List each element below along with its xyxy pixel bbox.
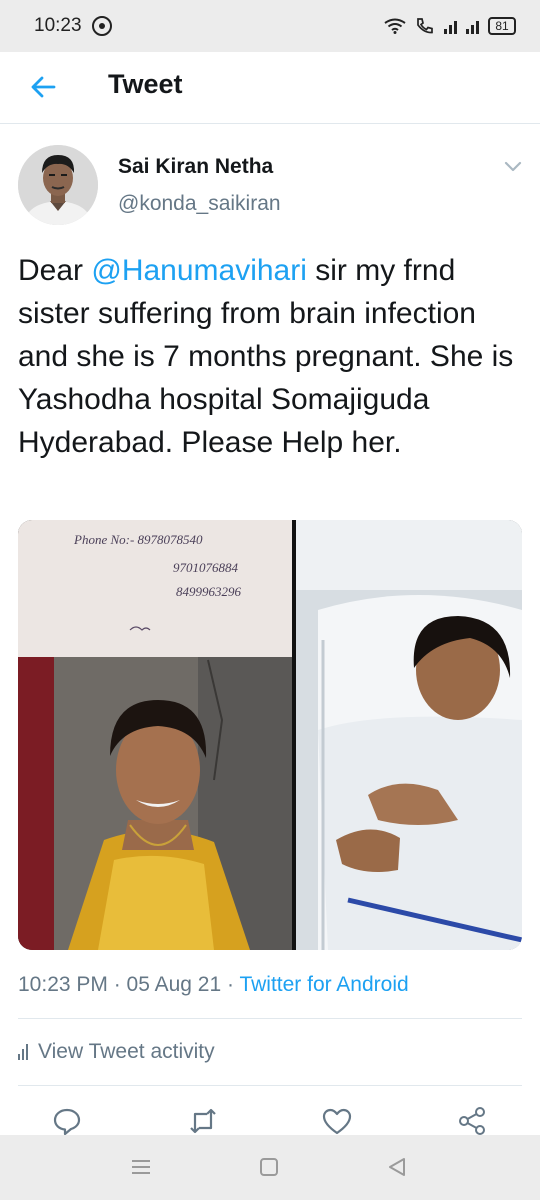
- avatar[interactable]: [18, 145, 98, 225]
- analytics-icon: [18, 1044, 28, 1060]
- page-title: Tweet: [108, 69, 183, 99]
- status-bar: 10:23 81: [0, 0, 540, 52]
- tweet-text: Dear @Hanumavihari sir my frnd sister su…: [18, 249, 523, 464]
- system-navigation-bar: [0, 1135, 540, 1200]
- tweet-image[interactable]: Phone No:- 8978078540 9701076884 8499963…: [18, 520, 522, 950]
- timestamp-text: 10:23 PM · 05 Aug 21 ·: [18, 973, 240, 996]
- status-time: 10:23: [34, 15, 82, 36]
- top-app-bar: Tweet: [0, 52, 540, 124]
- view-tweet-activity-button[interactable]: View Tweet activity: [18, 1040, 215, 1064]
- tweet-text-prefix: Dear: [18, 254, 92, 287]
- whatsapp-notification-icon: [91, 16, 112, 36]
- signal-strength-2-icon: [466, 18, 479, 34]
- battery-indicator: 81: [488, 17, 516, 35]
- tweet-source-link[interactable]: Twitter for Android: [239, 973, 408, 996]
- activity-label: View Tweet activity: [38, 1040, 215, 1063]
- divider: [18, 1018, 522, 1019]
- status-right: 81: [384, 17, 516, 35]
- chevron-down-icon[interactable]: [502, 158, 524, 174]
- arrow-left-icon[interactable]: [28, 72, 58, 102]
- heart-icon[interactable]: [321, 1105, 353, 1137]
- signal-strength-icon: [444, 18, 457, 34]
- tweet-action-bar: [0, 1100, 540, 1140]
- image-note-line2: 9701076884: [173, 560, 239, 575]
- wifi-icon: [384, 18, 406, 34]
- volte-call-icon: [417, 18, 433, 34]
- image-note-line1: Phone No:- 8978078540: [73, 532, 203, 547]
- tweet-timestamp: 10:23 PM · 05 Aug 21 · Twitter for Andro…: [18, 973, 409, 997]
- retweet-icon[interactable]: [187, 1105, 219, 1137]
- divider: [18, 1085, 522, 1086]
- recent-apps-icon[interactable]: [130, 1158, 152, 1176]
- share-icon[interactable]: [456, 1105, 488, 1137]
- image-note-line3: 8499963296: [176, 584, 242, 599]
- home-icon[interactable]: [259, 1157, 279, 1177]
- back-triangle-icon[interactable]: [386, 1156, 408, 1178]
- author-name[interactable]: Sai Kiran Netha: [118, 155, 273, 179]
- mention-link[interactable]: @Hanumavihari: [91, 254, 307, 287]
- reply-icon[interactable]: [51, 1105, 83, 1137]
- status-left: 10:23: [34, 15, 112, 37]
- author-handle[interactable]: @konda_saikiran: [118, 192, 281, 216]
